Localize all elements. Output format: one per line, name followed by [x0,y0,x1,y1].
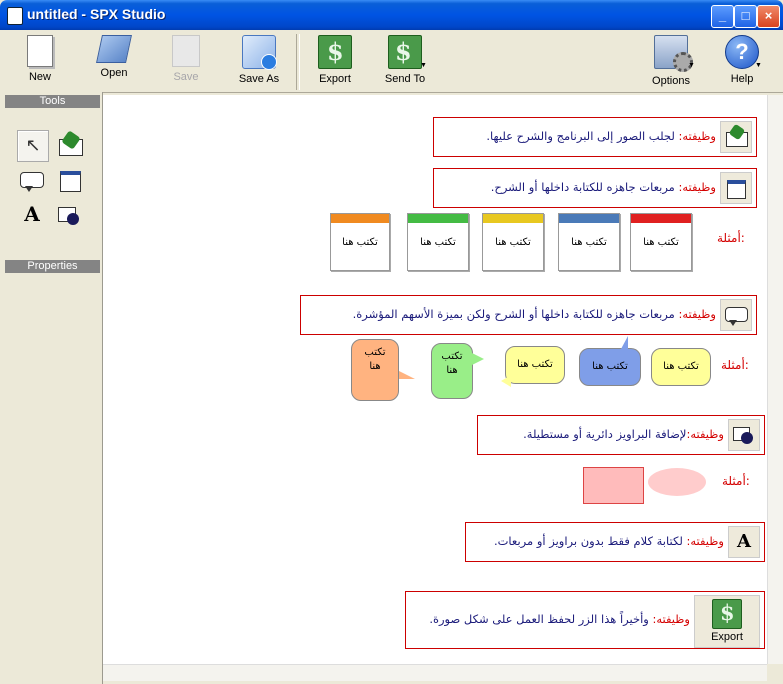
textbox-tool[interactable] [55,165,85,195]
note-blue: تكتب هنا [558,213,620,271]
open-label: Open [100,67,128,79]
open-folder-icon [96,35,132,63]
note-green: تكتب هنا [407,213,469,271]
bubble-yellow-2: تكتب هنا [505,346,565,384]
text-tool[interactable]: A [17,199,47,229]
text-tool-icon: A [728,526,760,558]
bubble-yellow-2-tail [501,375,511,387]
canvas-area[interactable]: وظيفته: لجلب الصور إلى البرنامج والشرح ع… [103,95,767,664]
save-label: Save [173,71,199,83]
horizontal-scrollbar[interactable] [103,664,767,681]
options-dropdown-icon: ▼ [688,62,695,69]
new-button[interactable]: New [9,32,71,90]
info-row-shape-tool: وظيفته:لإضافة البراويز دائرية أو مستطيلة… [477,415,765,455]
send-to-dropdown-icon: ▼ [420,62,427,69]
help-label: Help [730,73,754,85]
info-text: وظيفته: لكتابة كلام فقط بدون براويز أو م… [493,534,724,548]
options-gear-icon [654,35,693,72]
save-as-button[interactable]: Save As [228,32,290,90]
examples-label: أمثلة: [722,474,750,488]
open-button[interactable]: Open [83,32,145,90]
note-green-bar [408,214,468,223]
help-dropdown-icon: ▼ [755,62,762,69]
save-as-label: Save As [238,73,280,85]
export-button[interactable]: Export [304,32,366,90]
left-panel: Tools ↖ A Properties [0,92,103,684]
export-sample-label: Export [711,631,743,643]
note-yellow-bar [483,214,543,223]
bubble-orange-tail [399,371,415,379]
scroll-corner [767,664,783,680]
export-icon [318,35,352,69]
note-red-bar [631,214,691,223]
info-text: وظيفته: لجلب الصور إلى البرنامج والشرح ع… [486,129,716,143]
new-label: New [28,71,51,83]
rect-frame-example [583,467,644,504]
info-row-image-tool: وظيفته: لجلب الصور إلى البرنامج والشرح ع… [433,117,757,157]
image-tool[interactable] [55,130,85,160]
info-row-export: Export وظيفته: وأخيراً هذا الزر لحفظ الع… [405,591,765,649]
save-as-icon [242,35,277,70]
new-document-icon [27,35,53,67]
select-arrow-tool[interactable]: ↖ [17,130,49,162]
options-button[interactable]: Options ▼ [640,32,702,90]
save-icon [172,35,200,67]
note-red: تكتب هنا [630,213,692,271]
bubble-blue: تكتب هنا [579,348,641,386]
note-blue-bar [559,214,619,223]
minimize-button[interactable]: _ [711,5,734,28]
info-row-callout-tool: وظيفته: مربعات جاهزه للكتابة داخلها أو ا… [300,295,757,335]
export-icon [712,599,742,629]
examples-label: أمثلة: [721,358,749,372]
maximize-button[interactable]: □ [734,5,757,28]
window-title: untitled - SPX Studio [27,6,166,22]
info-text: وظيفته: مربعات جاهزه للكتابة داخلها أو ا… [352,307,716,321]
vertical-scrollbar[interactable] [767,95,783,664]
info-row-text-tool: A وظيفته: لكتابة كلام فقط بدون براويز أو… [465,522,765,562]
bubble-blue-tail [621,336,628,349]
shape-tool-icon [728,419,760,451]
bubble-yellow-1: تكتب هنا [651,348,711,386]
shape-tool[interactable] [55,201,85,231]
options-label: Options [652,75,690,87]
app-icon [7,7,23,25]
bubble-green: تكتب هنا [431,343,473,399]
bubble-orange: تكتب هنا [351,339,399,401]
title-bar: untitled - SPX Studio _ □ × [0,0,783,30]
tools-header: Tools [5,95,100,108]
image-tool-icon [720,121,752,153]
note-yellow: تكتب هنا [482,213,544,271]
send-to-label: Send To [384,73,426,85]
info-text: وظيفته: مربعات جاهزه للكتابة داخلها أو ا… [490,180,716,194]
info-row-textbox-tool: وظيفته: مربعات جاهزه للكتابة داخلها أو ا… [433,168,757,208]
callout-tool-icon [720,299,752,331]
help-question-icon: ? [725,35,759,69]
examples-label: أمثلة: [717,231,745,245]
export-sample-button: Export [694,595,760,648]
note-orange: تكتب هنا [330,213,390,271]
main-toolbar: New Open Save Save As Export Send To ▼ O… [0,30,783,93]
oval-frame-example [648,468,706,496]
info-text: وظيفته: وأخيراً هذا الزر لحفظ العمل على … [429,612,690,626]
callout-tool[interactable] [17,165,47,195]
send-to-icon [388,35,422,69]
close-button[interactable]: × [757,5,780,28]
help-button[interactable]: ? Help ▼ [711,32,773,90]
info-text: وظيفته:لإضافة البراويز دائرية أو مستطيلة… [523,427,724,441]
textbox-tool-icon [720,172,752,204]
bubble-green-tail [472,353,484,365]
properties-header: Properties [5,260,100,273]
export-label: Export [319,73,351,85]
save-button[interactable]: Save [155,32,217,90]
toolbar-separator [296,34,300,90]
note-orange-bar [331,214,389,223]
send-to-button[interactable]: Send To ▼ [374,32,436,90]
